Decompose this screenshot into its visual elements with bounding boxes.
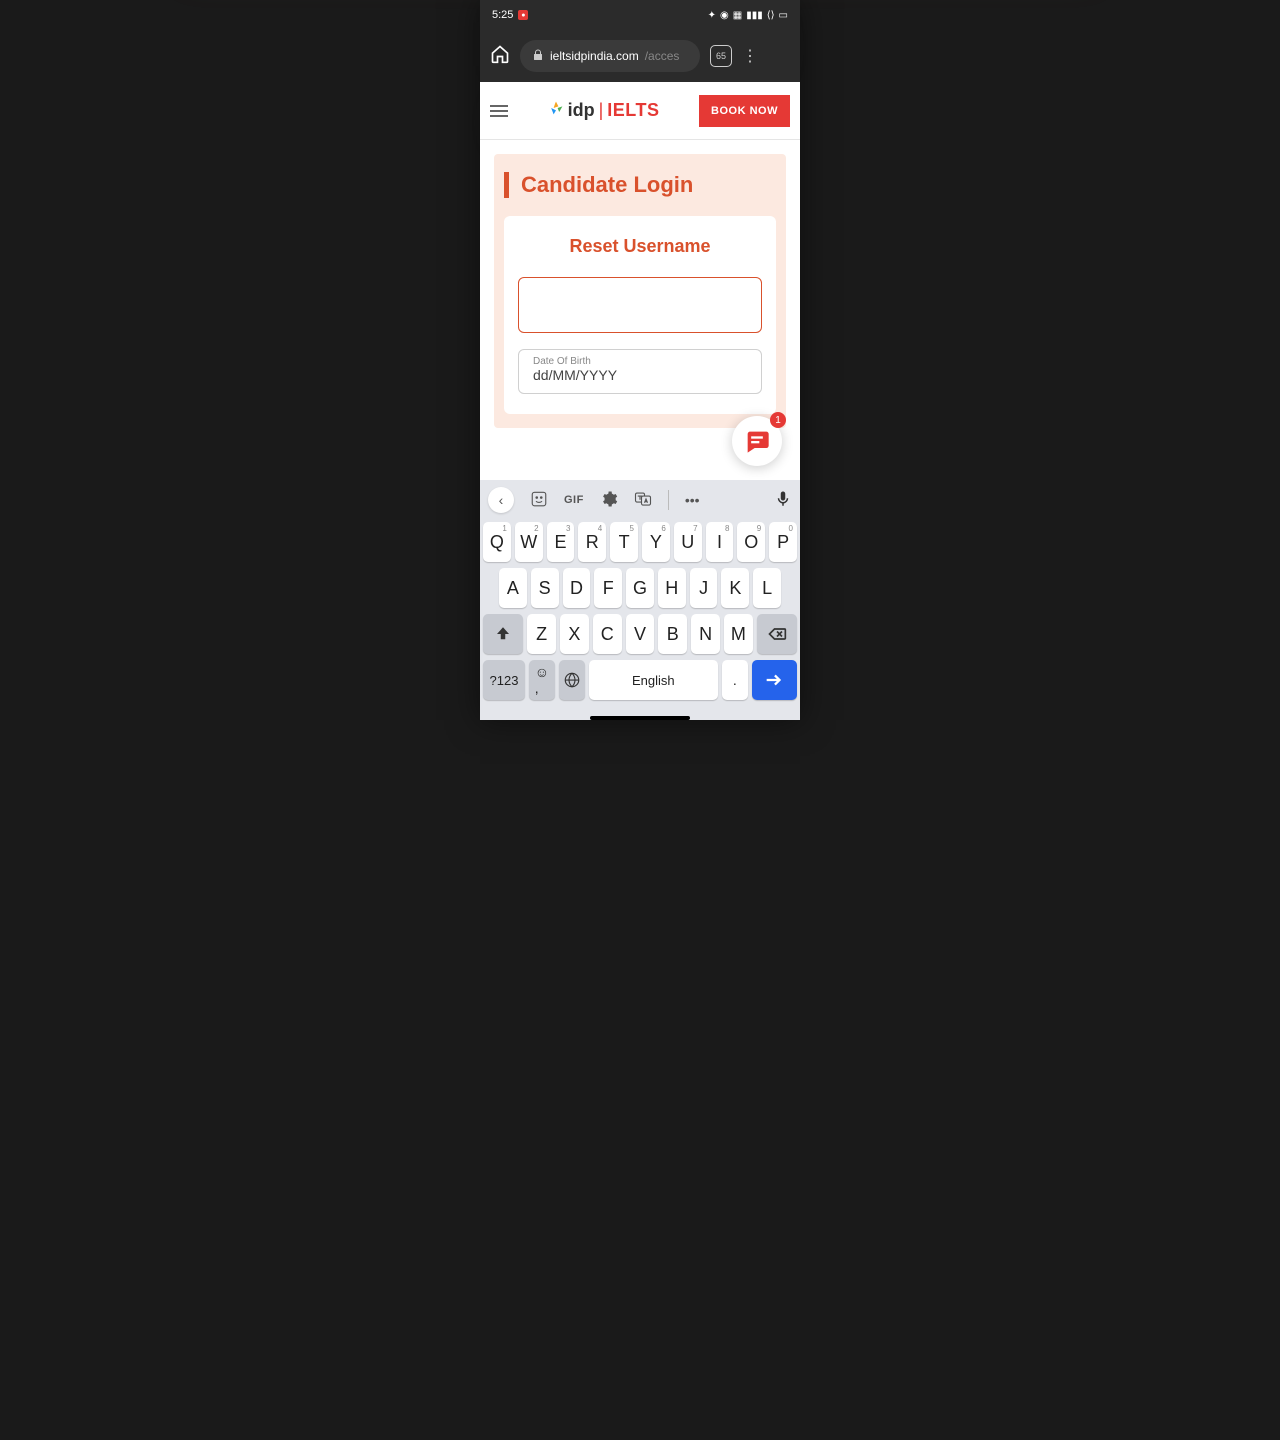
gif-button[interactable]: GIF — [564, 494, 584, 506]
key-r[interactable]: R4 — [578, 522, 606, 562]
reset-card: Reset Username Date Of Birth dd/MM/YYYY — [504, 216, 776, 414]
key-a[interactable]: A — [499, 568, 527, 608]
phone-frame: 5:25 ● ✦ ◉ ▦ ▮▮▮ ⟨⟩ ▭ ieltsidpindia.com/… — [480, 0, 800, 720]
app-header: idp | IELTS BOOK NOW — [480, 82, 800, 140]
keyboard-row-1: Q1W2E3R4T5Y6U7I8O9P0 — [483, 522, 797, 562]
keyboard-toolbar: ‹ GIF ••• — [480, 480, 800, 520]
status-icons: ✦ ◉ ▦ ▮▮▮ ⟨⟩ ▭ — [708, 10, 788, 21]
key-i[interactable]: I8 — [706, 522, 734, 562]
key-enter[interactable] — [752, 660, 797, 700]
key-backspace[interactable] — [757, 614, 797, 654]
key-h[interactable]: H — [658, 568, 686, 608]
book-now-button[interactable]: BOOK NOW — [699, 95, 790, 127]
key-period[interactable]: . — [722, 660, 748, 700]
logo-idp-text: idp — [568, 100, 595, 121]
key-p[interactable]: P0 — [769, 522, 797, 562]
gesture-bar[interactable] — [590, 716, 690, 720]
location-icon: ◉ — [720, 10, 729, 21]
sticker-icon[interactable] — [530, 490, 548, 511]
settings-icon[interactable] — [600, 490, 618, 511]
keyboard-back-icon[interactable]: ‹ — [488, 487, 514, 513]
logo[interactable]: idp | IELTS — [548, 100, 660, 121]
signal-icon: ▮▮▮ — [746, 10, 763, 21]
record-indicator-icon: ● — [518, 10, 528, 20]
browser-toolbar: ieltsidpindia.com/acces 65 ⋮ — [480, 30, 800, 82]
network-icon: ▦ — [733, 10, 742, 21]
chat-button[interactable]: 1 — [732, 416, 782, 466]
key-c[interactable]: C — [593, 614, 622, 654]
key-z[interactable]: Z — [527, 614, 556, 654]
hamburger-menu-icon[interactable] — [490, 105, 508, 117]
wifi-icon: ⟨⟩ — [767, 10, 775, 21]
key-g[interactable]: G — [626, 568, 654, 608]
on-screen-keyboard: ‹ GIF ••• Q1W2E3R4T5Y6U7I8O9P0 ASDFGHJKL… — [480, 480, 800, 720]
key-emoji[interactable]: ☺, — [529, 660, 555, 700]
panel-title: Candidate Login — [504, 172, 776, 198]
key-v[interactable]: V — [626, 614, 655, 654]
key-f[interactable]: F — [594, 568, 622, 608]
key-b[interactable]: B — [658, 614, 687, 654]
username-input[interactable] — [518, 277, 762, 333]
url-bar[interactable]: ieltsidpindia.com/acces — [520, 40, 700, 72]
key-l[interactable]: L — [753, 568, 781, 608]
url-path: /acces — [645, 49, 680, 63]
browser-menu-icon[interactable]: ⋮ — [742, 46, 758, 66]
login-panel: Candidate Login Reset Username Date Of B… — [494, 154, 786, 428]
keyboard-row-3: ZXCVBNM — [483, 614, 797, 654]
key-n[interactable]: N — [691, 614, 720, 654]
dob-label: Date Of Birth — [533, 356, 747, 367]
key-e[interactable]: E3 — [547, 522, 575, 562]
key-space[interactable]: English — [589, 660, 718, 700]
key-shift[interactable] — [483, 614, 523, 654]
card-title: Reset Username — [518, 236, 762, 257]
logo-mark-icon — [548, 100, 564, 121]
key-globe-icon[interactable] — [559, 660, 585, 700]
page-content: Candidate Login Reset Username Date Of B… — [480, 140, 800, 480]
url-domain: ieltsidpindia.com — [550, 49, 639, 63]
more-icon[interactable]: ••• — [685, 492, 700, 508]
key-o[interactable]: O9 — [737, 522, 765, 562]
home-icon[interactable] — [490, 44, 510, 69]
key-d[interactable]: D — [563, 568, 591, 608]
key-u[interactable]: U7 — [674, 522, 702, 562]
key-y[interactable]: Y6 — [642, 522, 670, 562]
key-symbols[interactable]: ?123 — [483, 660, 525, 700]
key-k[interactable]: K — [721, 568, 749, 608]
key-x[interactable]: X — [560, 614, 589, 654]
key-m[interactable]: M — [724, 614, 753, 654]
dob-placeholder: dd/MM/YYYY — [533, 367, 747, 383]
key-s[interactable]: S — [531, 568, 559, 608]
key-w[interactable]: W2 — [515, 522, 543, 562]
lock-icon — [532, 49, 544, 64]
key-j[interactable]: J — [690, 568, 718, 608]
key-q[interactable]: Q1 — [483, 522, 511, 562]
status-time: 5:25 — [492, 9, 513, 21]
keyboard-row-2: ASDFGHJKL — [483, 568, 797, 608]
battery-icon: ▭ — [779, 10, 788, 21]
dob-input[interactable]: Date Of Birth dd/MM/YYYY — [518, 349, 762, 394]
logo-ielts-text: IELTS — [607, 100, 659, 121]
chat-badge: 1 — [770, 412, 786, 428]
keyboard-row-4: ?123 ☺, English . — [483, 660, 797, 700]
tab-count-button[interactable]: 65 — [710, 45, 732, 67]
vibrate-icon: ✦ — [708, 10, 716, 21]
status-bar: 5:25 ● ✦ ◉ ▦ ▮▮▮ ⟨⟩ ▭ — [480, 0, 800, 30]
mic-icon[interactable] — [774, 490, 792, 511]
translate-icon[interactable] — [634, 490, 652, 511]
key-t[interactable]: T5 — [610, 522, 638, 562]
